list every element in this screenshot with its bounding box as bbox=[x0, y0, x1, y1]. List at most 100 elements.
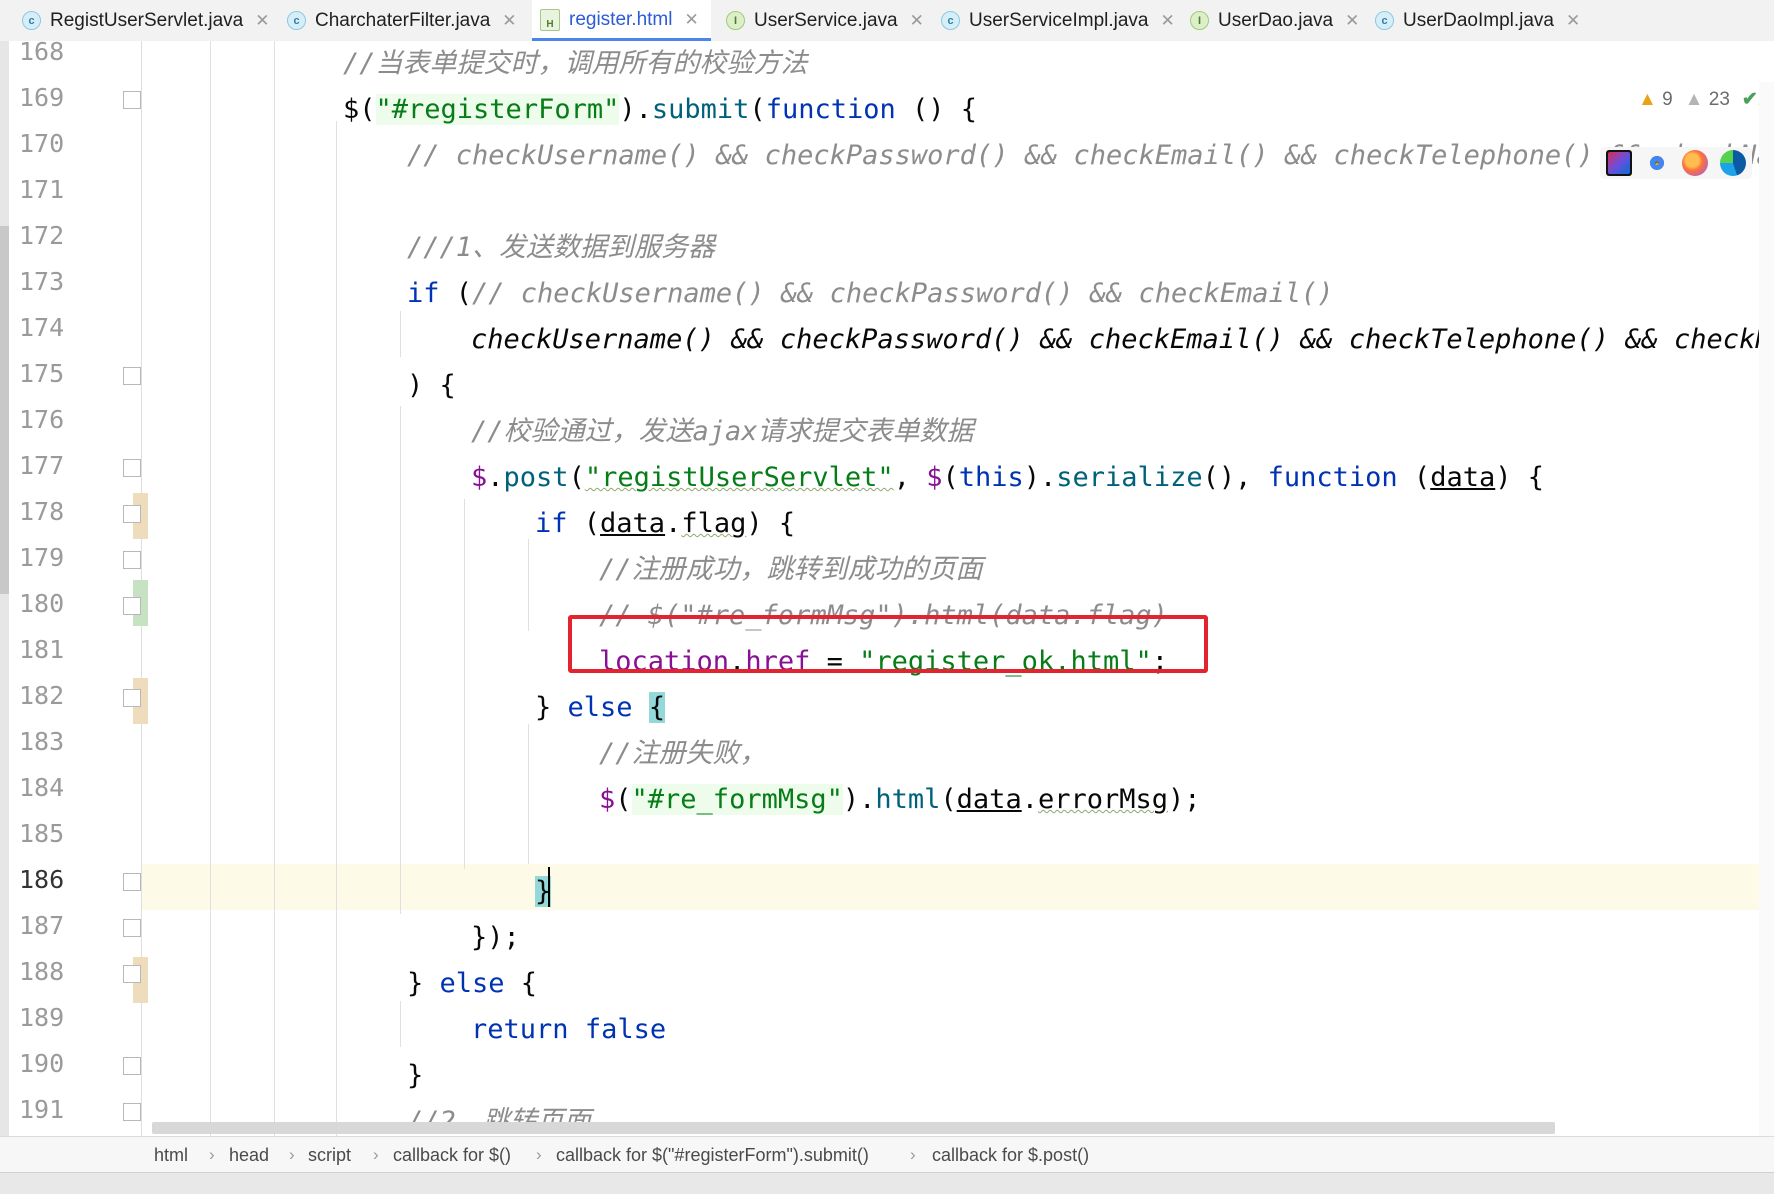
fold-toggle-icon[interactable] bbox=[123, 965, 141, 983]
gutter-line[interactable]: 177 bbox=[9, 445, 141, 491]
code-line-174[interactable]: checkUsername() && checkPassword() && ch… bbox=[471, 317, 1774, 363]
edge-icon[interactable] bbox=[1720, 150, 1746, 176]
firefox-icon[interactable] bbox=[1682, 150, 1708, 176]
punct: ( bbox=[439, 278, 473, 309]
fn-call: checkUsername bbox=[471, 324, 683, 355]
close-icon[interactable]: ✕ bbox=[684, 10, 698, 30]
gutter-line[interactable]: 175 bbox=[9, 353, 141, 399]
close-icon[interactable]: ✕ bbox=[1161, 11, 1175, 31]
gutter-line[interactable]: 176 bbox=[9, 399, 141, 445]
gutter-line[interactable]: 168 bbox=[9, 41, 141, 77]
punct: . bbox=[665, 508, 682, 539]
gutter-line[interactable]: 169 bbox=[9, 77, 141, 123]
code-line-177[interactable]: $.post("registUserServlet", $(this).seri… bbox=[471, 455, 1544, 501]
code-line-173[interactable]: if (// checkUsername() && checkPassword(… bbox=[407, 271, 1334, 317]
tab-user-service[interactable]: I UserService.java ✕ bbox=[726, 0, 924, 41]
gutter-line[interactable]: 170 bbox=[9, 123, 141, 169]
horizontal-scrollbar[interactable] bbox=[152, 1122, 1555, 1134]
line-number: 170 bbox=[19, 129, 65, 158]
punct: ). bbox=[1023, 462, 1057, 493]
warnings-count[interactable]: ▲ 9 bbox=[1638, 89, 1673, 111]
code-line-190[interactable]: } bbox=[407, 1053, 423, 1099]
fold-toggle-icon[interactable] bbox=[123, 873, 141, 891]
gutter-line[interactable]: 179 bbox=[9, 537, 141, 583]
gutter-line[interactable]: 172 bbox=[9, 215, 141, 261]
fold-toggle-icon[interactable] bbox=[123, 91, 141, 109]
fold-toggle-icon[interactable] bbox=[123, 459, 141, 477]
fold-toggle-icon[interactable] bbox=[123, 367, 141, 385]
code-line-184[interactable]: $("#re_formMsg").html(data.errorMsg); bbox=[599, 777, 1201, 823]
breadcrumb-item-callback[interactable]: callback for $() bbox=[393, 1145, 511, 1166]
breadcrumb-item-post-callback[interactable]: callback for $.post() bbox=[932, 1145, 1089, 1166]
tab-user-dao-impl[interactable]: c UserDaoImpl.java ✕ bbox=[1375, 0, 1580, 41]
code-line-179[interactable]: //注册成功，跳转到成功的页面 bbox=[599, 547, 983, 593]
vertical-scrollbar[interactable] bbox=[1759, 82, 1774, 1166]
gutter-line[interactable]: 184 bbox=[9, 767, 141, 813]
code-line-175[interactable]: ) { bbox=[407, 363, 456, 409]
code-line-172[interactable]: ///1、发送数据到服务器 bbox=[407, 225, 715, 271]
param: data bbox=[1430, 462, 1496, 493]
inspection-widget[interactable]: ▲ 9 ▲ 23 ✔2 bbox=[1638, 88, 1768, 111]
gutter-line[interactable]: 186 bbox=[9, 859, 141, 905]
code-editor[interactable]: 168 169 170 171 172 173 174 175 176 177 178 179 180 1… bbox=[0, 41, 1774, 1166]
code-line-189[interactable]: return false bbox=[471, 1007, 666, 1053]
gutter-line[interactable]: 191 bbox=[9, 1089, 141, 1135]
tab-regist-user-servlet[interactable]: c RegistUserServlet.java ✕ bbox=[22, 0, 270, 41]
breadcrumb-item-head[interactable]: head bbox=[229, 1145, 269, 1166]
gutter-line[interactable]: 174 bbox=[9, 307, 141, 353]
gutter-line[interactable]: 178 bbox=[9, 491, 141, 537]
code-line-183[interactable]: //注册失败， bbox=[599, 731, 767, 777]
gutter-line[interactable]: 182 bbox=[9, 675, 141, 721]
gutter-line[interactable]: 188 bbox=[9, 951, 141, 997]
weak-warnings-label: 23 bbox=[1708, 88, 1730, 110]
fold-toggle-icon[interactable] bbox=[123, 919, 141, 937]
fold-toggle-icon[interactable] bbox=[123, 597, 141, 615]
code-line-187[interactable]: }); bbox=[471, 915, 520, 961]
punct: ); bbox=[1168, 784, 1201, 815]
code-line-188[interactable]: } else { bbox=[407, 961, 537, 1007]
tab-register-html[interactable]: H register.html ✕ bbox=[532, 0, 711, 41]
breadcrumb-item-html[interactable]: html bbox=[154, 1145, 188, 1166]
fold-toggle-icon[interactable] bbox=[123, 551, 141, 569]
chrome-icon[interactable] bbox=[1644, 150, 1670, 176]
gutter-line[interactable]: 173 bbox=[9, 261, 141, 307]
fold-toggle-icon[interactable] bbox=[123, 1057, 141, 1075]
gutter-line[interactable]: 180 bbox=[9, 583, 141, 629]
matched-brace: { bbox=[648, 692, 666, 723]
close-icon[interactable]: ✕ bbox=[502, 11, 516, 31]
code-line-169[interactable]: $("#registerForm").submit(function () { bbox=[343, 87, 977, 133]
code-line-168[interactable]: //当表单提交时，调用所有的校验方法 bbox=[343, 41, 808, 87]
close-icon[interactable]: ✕ bbox=[910, 11, 924, 31]
code-line-178[interactable]: if (data.flag) { bbox=[535, 501, 795, 547]
punct: ). bbox=[619, 94, 652, 125]
punct: ). bbox=[842, 784, 876, 815]
code-line-176[interactable]: //校验通过，发送ajax请求提交表单数据 bbox=[471, 409, 974, 455]
intellij-icon[interactable] bbox=[1606, 150, 1632, 176]
gutter-line[interactable]: 181 bbox=[9, 629, 141, 675]
gutter-line[interactable]: 171 bbox=[9, 169, 141, 215]
tab-user-dao[interactable]: I UserDao.java ✕ bbox=[1190, 0, 1359, 41]
breadcrumb-item-submit-callback[interactable]: callback for $("#registerForm").submit() bbox=[556, 1145, 869, 1166]
code-line-170[interactable]: // checkUsername() && checkPassword() &&… bbox=[407, 133, 1774, 179]
weak-warnings-count[interactable]: ▲ 23 bbox=[1685, 89, 1730, 111]
close-icon[interactable]: ✕ bbox=[1566, 11, 1580, 31]
gutter-line[interactable]: 185 bbox=[9, 813, 141, 859]
code-line-182[interactable]: } else { bbox=[535, 685, 666, 731]
close-icon[interactable]: ✕ bbox=[255, 11, 269, 31]
gutter-line[interactable]: 183 bbox=[9, 721, 141, 767]
close-icon[interactable]: ✕ bbox=[1345, 11, 1359, 31]
tab-charchater-filter[interactable]: c CharchaterFilter.java ✕ bbox=[287, 0, 517, 41]
fold-toggle-icon[interactable] bbox=[123, 1103, 141, 1121]
gutter-line[interactable]: 189 bbox=[9, 997, 141, 1043]
fold-toggle-icon[interactable] bbox=[123, 689, 141, 707]
punct: ( bbox=[567, 508, 601, 539]
fold-toggle-icon[interactable] bbox=[123, 505, 141, 523]
tab-user-service-impl[interactable]: c UserServiceImpl.java ✕ bbox=[941, 0, 1175, 41]
tab-label: UserService.java bbox=[754, 9, 898, 31]
status-bar bbox=[0, 1172, 1774, 1194]
line-number: 177 bbox=[19, 451, 65, 480]
breadcrumb-item-script[interactable]: script bbox=[308, 1145, 351, 1166]
gutter-line[interactable]: 187 bbox=[9, 905, 141, 951]
punct: } bbox=[535, 692, 568, 723]
gutter-line[interactable]: 190 bbox=[9, 1043, 141, 1089]
